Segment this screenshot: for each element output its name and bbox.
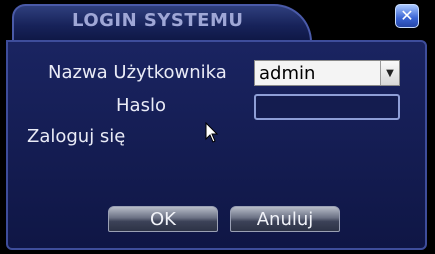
username-label: Nazwa Użytkownika xyxy=(48,62,227,83)
password-label: Haslo xyxy=(116,95,166,116)
login-dialog: LOGIN SYSTEMU ✕ Nazwa Użytkownika admin … xyxy=(6,4,427,250)
close-icon: ✕ xyxy=(400,6,414,25)
cancel-button[interactable]: Anuluj xyxy=(230,206,340,232)
dialog-body: Nazwa Użytkownika admin ▼ Haslo Zaloguj … xyxy=(6,40,427,250)
username-value: admin xyxy=(259,63,316,84)
screen: LOGIN SYSTEMU ✕ Nazwa Użytkownika admin … xyxy=(0,0,435,254)
title-bar: LOGIN SYSTEMU xyxy=(12,4,312,42)
close-button[interactable]: ✕ xyxy=(395,4,419,28)
login-status-text: Zaloguj się xyxy=(27,126,126,147)
password-field[interactable] xyxy=(254,94,400,120)
dialog-title: LOGIN SYSTEMU xyxy=(72,10,244,31)
chevron-down-icon[interactable]: ▼ xyxy=(380,61,399,85)
ok-button[interactable]: OK xyxy=(108,206,218,232)
username-select[interactable]: admin ▼ xyxy=(254,60,400,86)
mouse-cursor-icon xyxy=(205,122,219,143)
